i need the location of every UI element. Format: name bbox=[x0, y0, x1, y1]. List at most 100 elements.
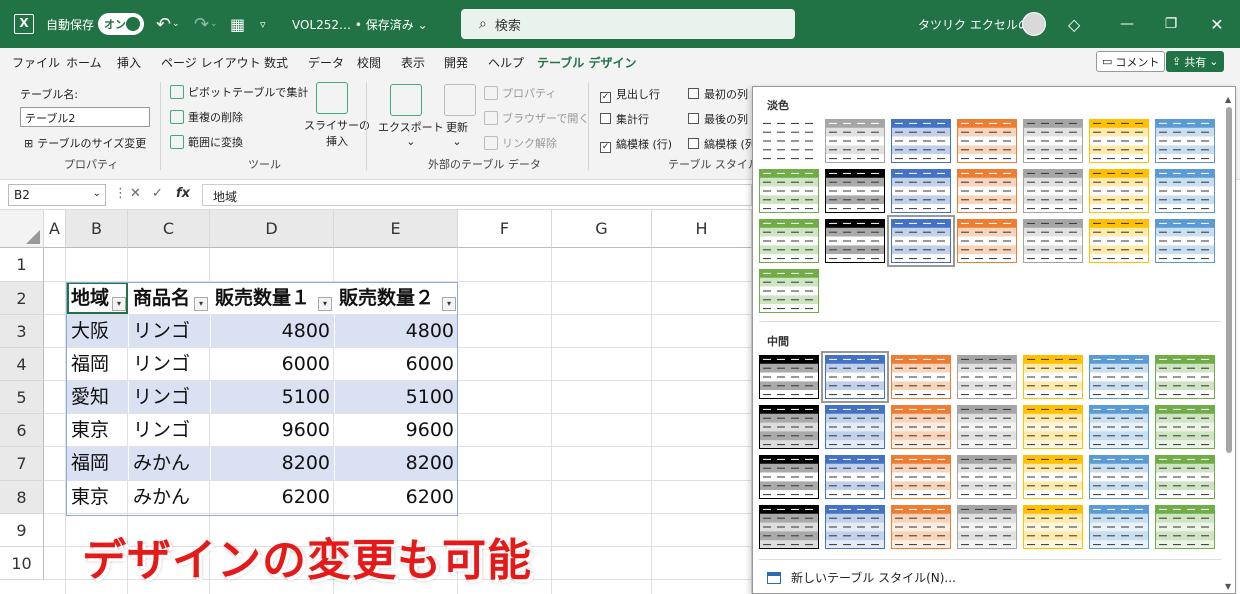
table-style-swatch[interactable] bbox=[759, 169, 819, 213]
tab-insert[interactable]: 挿入 bbox=[117, 54, 141, 71]
table-style-swatch[interactable] bbox=[825, 405, 885, 449]
table-style-swatch[interactable] bbox=[957, 505, 1017, 549]
table-style-swatch[interactable] bbox=[759, 269, 819, 313]
enter-icon[interactable]: ✓ bbox=[152, 186, 163, 201]
table-style-swatch[interactable] bbox=[1155, 355, 1215, 399]
remove-duplicates-button[interactable]: 重複の削除 bbox=[170, 109, 243, 125]
table-style-swatch[interactable] bbox=[887, 215, 955, 267]
table-style-swatch[interactable] bbox=[1155, 119, 1215, 163]
table-style-swatch[interactable] bbox=[1089, 505, 1149, 549]
undo-dropdown-icon[interactable]: ⌄ bbox=[172, 0, 180, 48]
scroll-up-icon[interactable]: ▲ bbox=[1225, 95, 1231, 104]
header-row-checkbox[interactable]: ✓ 見出し行 bbox=[600, 86, 660, 103]
table-style-swatch[interactable] bbox=[1023, 455, 1083, 499]
table-style-swatch[interactable] bbox=[1089, 119, 1149, 163]
tab-data[interactable]: データ bbox=[308, 54, 344, 71]
pivot-button[interactable]: ピボットテーブルで集計 bbox=[170, 84, 308, 100]
table-cell[interactable]: 福岡 bbox=[67, 348, 128, 380]
table-style-swatch[interactable] bbox=[957, 119, 1017, 163]
table-style-swatch[interactable] bbox=[1089, 219, 1149, 263]
filter-dropdown-icon[interactable]: ▾ bbox=[318, 297, 332, 311]
table-style-swatch[interactable] bbox=[759, 119, 819, 163]
table-style-swatch[interactable] bbox=[825, 169, 885, 213]
cancel-icon[interactable]: ✕ bbox=[130, 186, 141, 201]
table-header-cell[interactable]: 販売数量２ ▾ bbox=[335, 282, 458, 314]
filter-dropdown-icon[interactable]: ▾ bbox=[112, 297, 126, 311]
table-style-swatch[interactable] bbox=[825, 219, 885, 263]
table-cell[interactable]: 6000 bbox=[211, 348, 334, 380]
table-style-swatch[interactable] bbox=[1023, 355, 1083, 399]
banded-rows-checkbox[interactable]: ✓ 縞模様 (行) bbox=[600, 136, 672, 153]
row-header-9[interactable]: 9 bbox=[0, 514, 44, 547]
tab-review[interactable]: 校閲 bbox=[357, 54, 381, 71]
table-style-swatch[interactable] bbox=[825, 455, 885, 499]
row-header-6[interactable]: 6 bbox=[0, 414, 44, 447]
first-column-checkbox[interactable]: 最初の列 bbox=[688, 86, 748, 102]
column-header-g[interactable]: G bbox=[552, 210, 652, 248]
table-style-swatch[interactable] bbox=[1089, 169, 1149, 213]
name-box-dropdown-icon[interactable]: ⌄ bbox=[93, 188, 101, 199]
refresh-button[interactable]: 更新 ⌄ bbox=[446, 119, 468, 148]
table-style-swatch[interactable] bbox=[1023, 169, 1083, 213]
banded-columns-checkbox[interactable]: 縞模様 (列) bbox=[688, 136, 752, 152]
row-header-1[interactable]: 1 bbox=[0, 248, 44, 282]
table-style-swatch[interactable] bbox=[759, 505, 819, 549]
table-cell[interactable]: 9600 bbox=[211, 414, 334, 446]
table-style-swatch[interactable] bbox=[957, 219, 1017, 263]
table-style-swatch[interactable] bbox=[759, 405, 819, 449]
table-cell[interactable]: リンゴ bbox=[129, 315, 210, 347]
table-style-swatch[interactable] bbox=[1089, 405, 1149, 449]
table-cell[interactable]: 9600 bbox=[335, 414, 458, 446]
table-header-cell[interactable]: 販売数量１ ▾ bbox=[211, 282, 334, 314]
table-cell[interactable]: みかん bbox=[129, 481, 210, 513]
column-header-e[interactable]: E bbox=[334, 210, 458, 248]
tab-file[interactable]: ファイル bbox=[12, 54, 60, 71]
row-header-4[interactable]: 4 bbox=[0, 348, 44, 381]
table-style-swatch[interactable] bbox=[1023, 505, 1083, 549]
table-cell[interactable]: 4800 bbox=[335, 315, 458, 347]
formula-input[interactable]: 地域 bbox=[202, 184, 752, 206]
table-style-swatch[interactable] bbox=[891, 505, 951, 549]
table-style-swatch[interactable] bbox=[821, 351, 889, 403]
document-title[interactable]: VOL252… • 保存済み ⌄ bbox=[292, 0, 428, 48]
column-header-d[interactable]: D bbox=[210, 210, 334, 248]
filter-dropdown-icon[interactable]: ▾ bbox=[442, 297, 456, 311]
column-header-a[interactable]: A bbox=[44, 210, 66, 248]
insert-function-icon[interactable]: fx bbox=[176, 186, 190, 201]
total-row-checkbox[interactable]: 集計行 bbox=[600, 111, 649, 127]
table-cell[interactable]: リンゴ bbox=[129, 381, 210, 413]
scroll-down-icon[interactable]: ▼ bbox=[1225, 582, 1231, 591]
table-cell[interactable]: 5100 bbox=[211, 381, 334, 413]
row-header-8[interactable]: 8 bbox=[0, 481, 44, 514]
table-cell[interactable]: 愛知 bbox=[67, 381, 128, 413]
table-style-swatch[interactable] bbox=[1023, 405, 1083, 449]
tab-home[interactable]: ホーム bbox=[66, 54, 102, 71]
table-cell[interactable]: 東京 bbox=[67, 481, 128, 513]
customize-icon[interactable]: ▿ bbox=[260, 0, 266, 48]
excel-logo-icon[interactable]: X bbox=[12, 0, 36, 48]
table-style-swatch[interactable] bbox=[1023, 119, 1083, 163]
table-style-swatch[interactable] bbox=[957, 405, 1017, 449]
table-style-swatch[interactable] bbox=[957, 455, 1017, 499]
last-column-checkbox[interactable]: 最後の列 bbox=[688, 111, 748, 127]
table-style-swatch[interactable] bbox=[759, 455, 819, 499]
filter-dropdown-icon[interactable]: ▾ bbox=[194, 297, 208, 311]
table-style-swatch[interactable] bbox=[759, 355, 819, 399]
table-cell[interactable]: 8200 bbox=[211, 447, 334, 480]
table-header-cell[interactable]: 商品名 ▾ bbox=[129, 282, 210, 314]
table-style-swatch[interactable] bbox=[957, 355, 1017, 399]
table-style-swatch[interactable] bbox=[825, 505, 885, 549]
diamond-icon[interactable]: ◇ bbox=[1068, 0, 1080, 48]
tab-view[interactable]: 表示 bbox=[401, 54, 425, 71]
table-cell[interactable]: 6200 bbox=[211, 481, 334, 513]
minimize-icon[interactable]: — bbox=[1112, 0, 1142, 48]
table-cell[interactable]: リンゴ bbox=[129, 414, 210, 446]
table-cell[interactable]: リンゴ bbox=[129, 348, 210, 380]
export-button[interactable]: エクスポート ⌄ bbox=[378, 119, 444, 148]
row-header-3[interactable]: 3 bbox=[0, 315, 44, 348]
table-style-swatch[interactable] bbox=[759, 219, 819, 263]
column-header-b[interactable]: B bbox=[66, 210, 128, 248]
table-header-cell[interactable]: 地域 ▾ bbox=[67, 282, 128, 314]
resize-table-button[interactable]: ⊞ テーブルのサイズ変更 bbox=[24, 135, 146, 151]
table-icon[interactable]: ▦ bbox=[230, 0, 245, 48]
